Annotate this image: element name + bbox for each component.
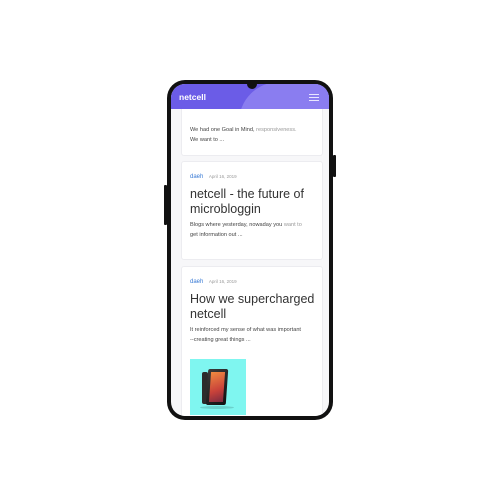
post-title[interactable]: netcell - the future of microbloggin: [190, 187, 316, 217]
hamburger-menu-icon[interactable]: [309, 94, 319, 101]
post-date: April 16, 2019: [208, 279, 237, 284]
post-meta: daeh April 16, 2019: [190, 174, 237, 180]
brand-logo[interactable]: netcell: [179, 92, 206, 102]
post-date: April 16, 2019: [208, 174, 237, 179]
phone-display-image: [208, 372, 226, 402]
post-author[interactable]: daeh: [190, 174, 203, 180]
feed[interactable]: We had one Goal in Mind, responsiveness.…: [171, 84, 329, 416]
post-excerpt: It reinforced my sense of what was impor…: [190, 327, 301, 343]
post-author[interactable]: daeh: [190, 279, 203, 285]
device-shadow: [200, 406, 234, 409]
phone-frame: We had one Goal in Mind, responsiveness.…: [167, 80, 333, 420]
phone-front-image: [205, 369, 229, 405]
post-meta: daeh April 16, 2019: [190, 279, 237, 285]
post-card[interactable]: daeh April 16, 2019 netcell - the future…: [181, 161, 323, 260]
post-card[interactable]: daeh April 16, 2019 How we supercharged …: [181, 266, 323, 416]
post-excerpt: Blogs where yesterday, nowaday you want …: [190, 222, 302, 238]
post-title[interactable]: How we supercharged netcell: [190, 292, 316, 322]
post-excerpt: We had one Goal in Mind, responsiveness.…: [190, 127, 297, 143]
post-thumbnail-image[interactable]: [190, 359, 246, 415]
phone-power-button: [333, 155, 336, 177]
phone-screen: We had one Goal in Mind, responsiveness.…: [171, 84, 329, 416]
